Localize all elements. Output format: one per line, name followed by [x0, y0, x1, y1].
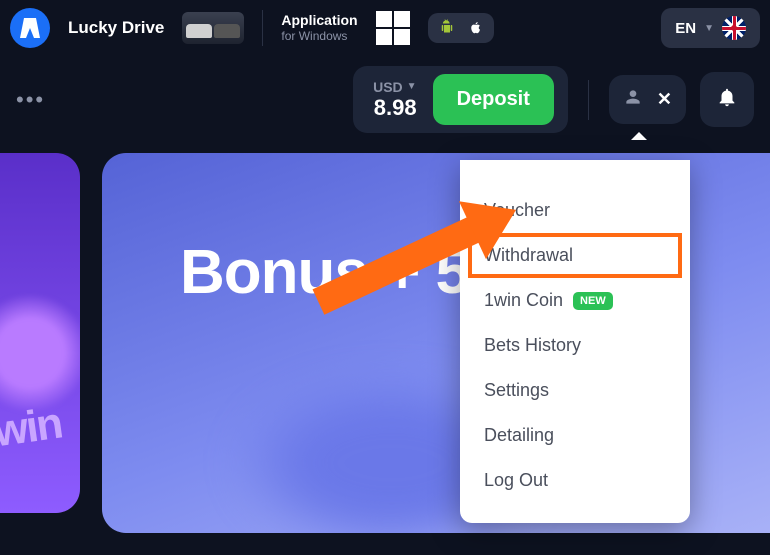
- app-title: Application: [281, 12, 357, 29]
- uk-flag-icon: [722, 16, 746, 40]
- bell-icon: [716, 95, 738, 112]
- chevron-down-icon: ▼: [704, 23, 714, 34]
- android-icon: [438, 19, 456, 37]
- app-subtitle: for Windows: [281, 29, 357, 43]
- logo-icon[interactable]: [10, 8, 50, 48]
- windows-icon[interactable]: [376, 11, 410, 45]
- language-code: EN: [675, 20, 696, 37]
- chevron-down-icon: ▼: [407, 81, 417, 92]
- divider: [588, 80, 589, 120]
- notifications-button[interactable]: [700, 72, 754, 127]
- menu-item-coin[interactable]: 1win Coin NEW: [460, 278, 690, 323]
- more-icon[interactable]: •••: [16, 87, 45, 113]
- currency-label: USD: [373, 79, 403, 95]
- lucky-drive-label[interactable]: Lucky Drive: [68, 18, 164, 38]
- decorative-text: win: [0, 399, 64, 458]
- close-icon: ✕: [657, 89, 672, 110]
- cars-icon: [182, 12, 244, 44]
- menu-item-logout[interactable]: Log Out: [460, 458, 690, 503]
- menu-item-bets-history[interactable]: Bets History: [460, 323, 690, 368]
- apple-icon: [466, 19, 484, 37]
- language-selector[interactable]: EN ▼: [661, 8, 760, 48]
- deposit-button[interactable]: Deposit: [433, 74, 554, 125]
- account-bar: ••• USD ▼ 8.98 Deposit ✕: [0, 56, 770, 153]
- promo-card-left[interactable]: win: [0, 153, 80, 513]
- menu-item-detailing[interactable]: Detailing: [460, 413, 690, 458]
- balance-box: USD ▼ 8.98 Deposit: [353, 66, 568, 133]
- user-menu-toggle[interactable]: ✕: [609, 75, 686, 124]
- menu-item-settings[interactable]: Settings: [460, 368, 690, 413]
- top-bar: Lucky Drive Application for Windows EN ▼: [0, 0, 770, 56]
- divider: [262, 10, 263, 46]
- app-store-pill[interactable]: [428, 13, 494, 43]
- new-badge: NEW: [573, 292, 613, 310]
- currency-selector[interactable]: USD ▼: [373, 79, 416, 95]
- balance-value: 8.98: [374, 95, 417, 121]
- application-link[interactable]: Application for Windows: [281, 12, 357, 43]
- user-icon: [623, 87, 643, 112]
